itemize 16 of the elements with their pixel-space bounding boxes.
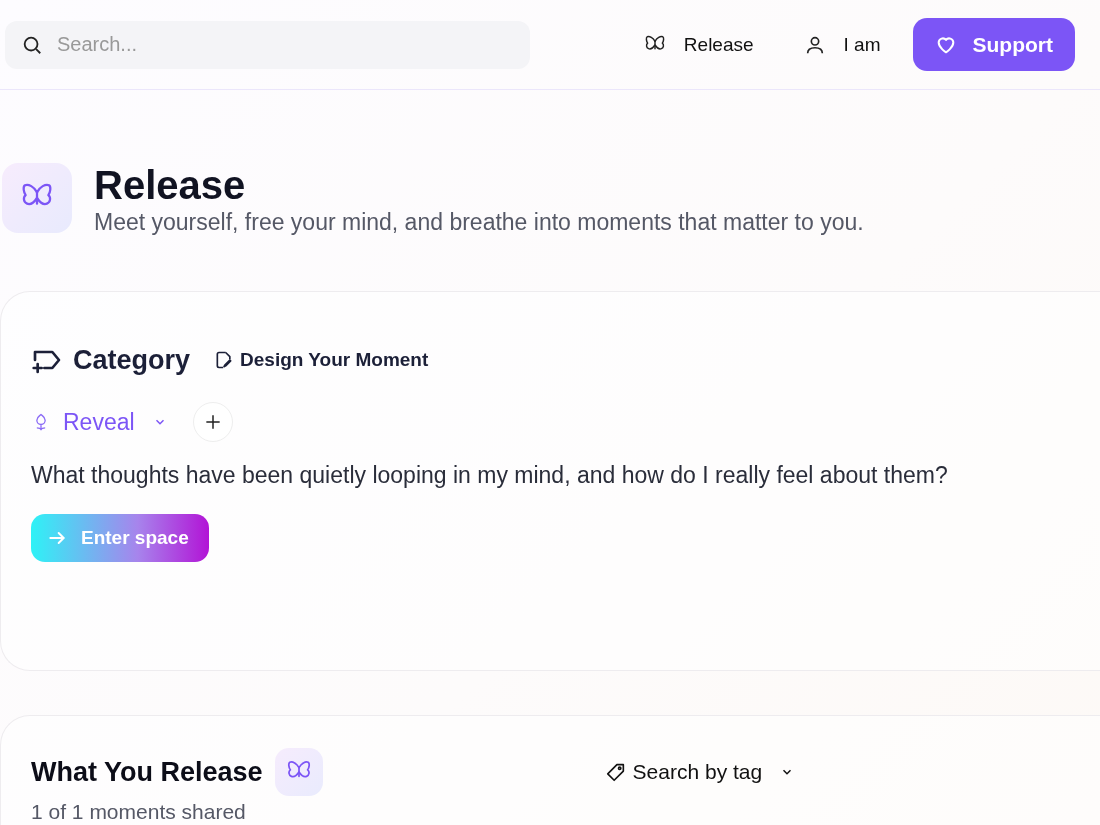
search-field[interactable]: Search... [5,20,530,69]
design-moment-link[interactable]: Design Your Moment [214,349,429,371]
section-title: What You Release [31,756,263,788]
category-dropdown[interactable]: Reveal [31,408,167,436]
page-subtitle: Meet yourself, free your mind, and breathe into moments that matter to you. [94,209,864,236]
page-title: Release [94,163,247,207]
tag-filter-dropdown[interactable]: Search by tag [604,760,795,784]
add-button[interactable] [192,402,233,442]
support-button[interactable]: Support [912,18,1075,71]
nav-link[interactable]: I am [803,33,881,56]
enter-space-button[interactable]: Enter space [31,514,209,562]
tag-icon [604,761,627,783]
category-heading: Category [73,344,191,376]
nav-link[interactable]: Release [643,33,754,56]
moments-count: 1 of 1 moments shared [31,800,247,824]
prompt-question: What thoughts have been quietly looping in my mind, and how do I really feel about them? [31,461,949,490]
